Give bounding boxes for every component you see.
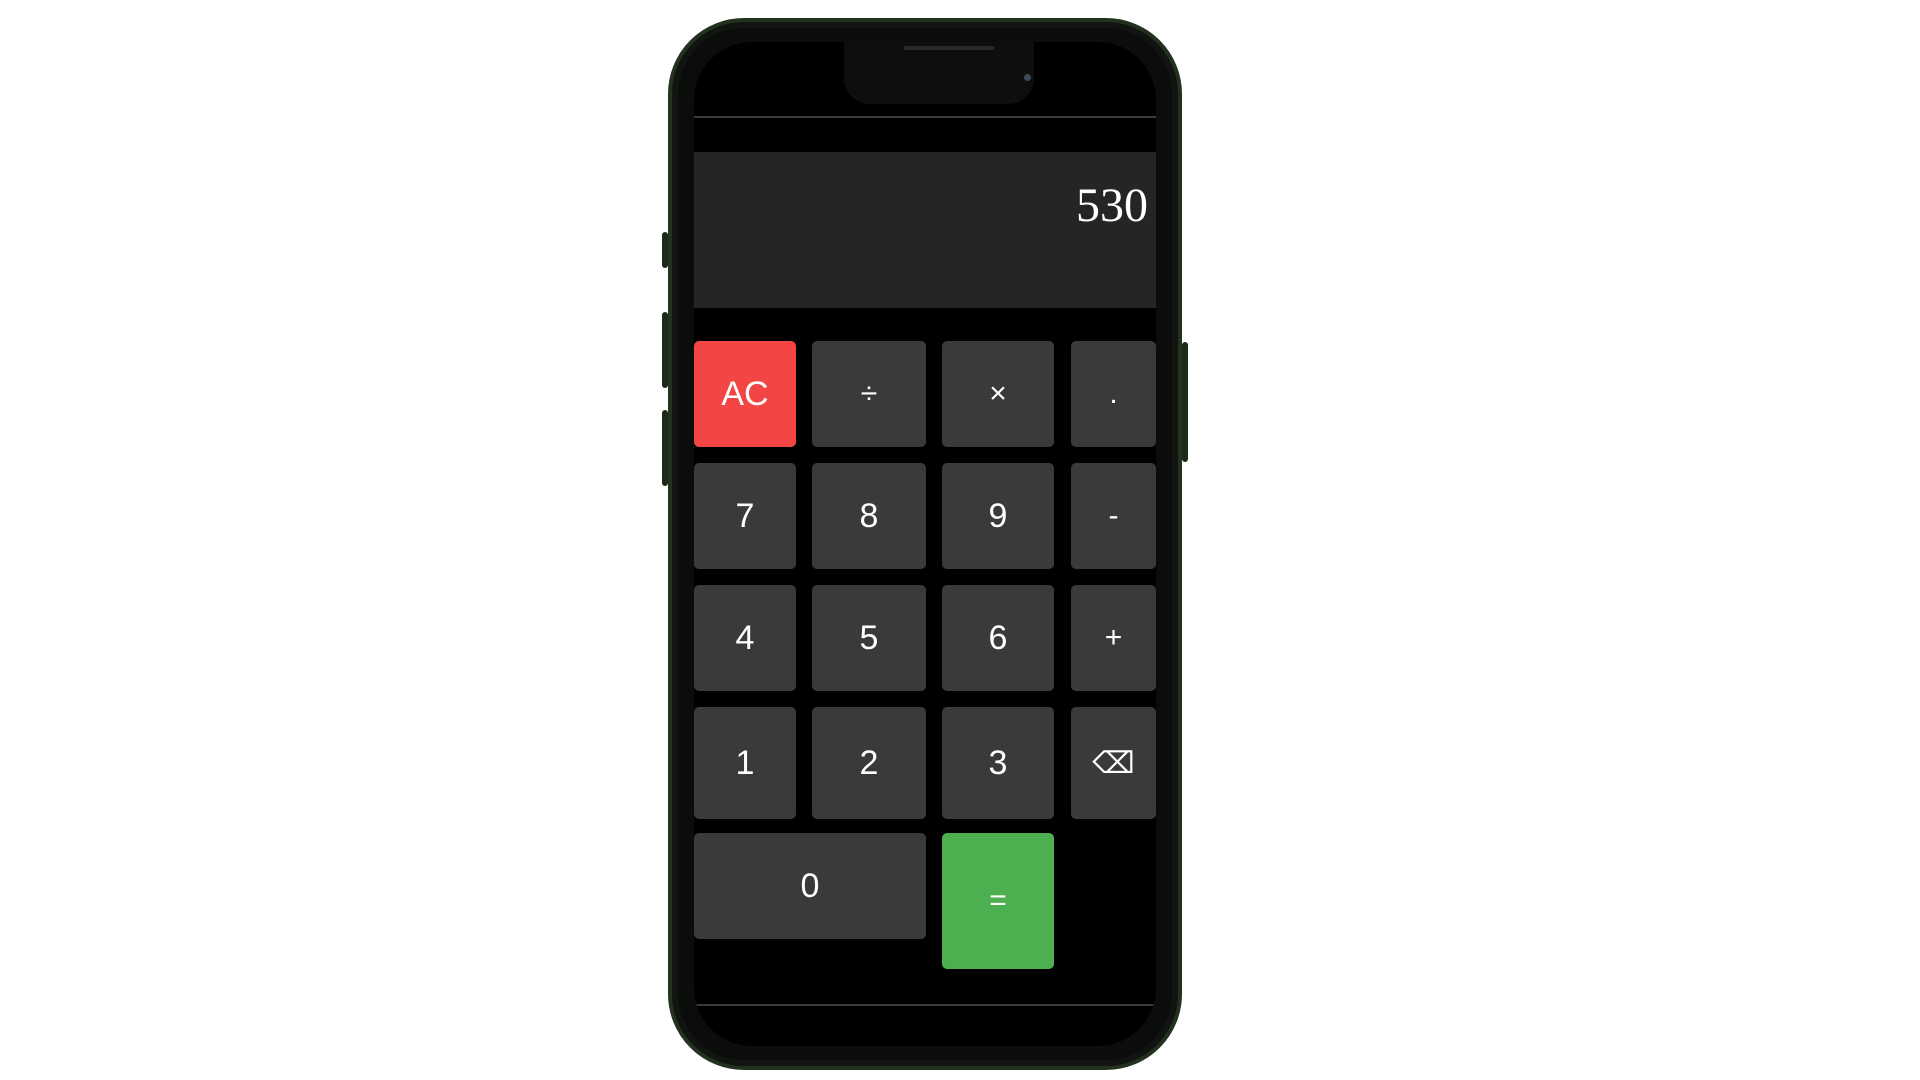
notch [844,42,1034,104]
stage: 530 AC ÷ × . 7 8 9 - 4 5 6 + 1 2 3 ⌫ 0 = [0,0,1920,1080]
digit-8-button[interactable]: 8 [812,463,926,569]
equals-button[interactable]: = [942,833,1054,969]
phone-screen: 530 AC ÷ × . 7 8 9 - 4 5 6 + 1 2 3 ⌫ 0 = [694,42,1156,1046]
display-value: 530 [1076,179,1148,232]
calculator-display: 530 [694,152,1156,308]
minus-button[interactable]: - [1071,463,1156,569]
volume-up-button [662,312,668,388]
front-camera-icon [1024,74,1031,81]
digit-3-button[interactable]: 3 [942,707,1054,819]
digit-2-button[interactable]: 2 [812,707,926,819]
mute-switch [662,232,668,268]
multiply-button[interactable]: × [942,341,1054,447]
bottom-divider [694,1004,1156,1006]
power-button [1182,342,1188,462]
decimal-button[interactable]: . [1071,341,1156,447]
top-divider [694,116,1156,118]
clear-button[interactable]: AC [694,341,796,447]
digit-4-button[interactable]: 4 [694,585,796,691]
phone-frame: 530 AC ÷ × . 7 8 9 - 4 5 6 + 1 2 3 ⌫ 0 = [662,18,1188,1070]
plus-button[interactable]: + [1071,585,1156,691]
digit-9-button[interactable]: 9 [942,463,1054,569]
digit-6-button[interactable]: 6 [942,585,1054,691]
digit-1-button[interactable]: 1 [694,707,796,819]
speaker-grille [904,46,994,50]
digit-0-button[interactable]: 0 [694,833,926,939]
digit-7-button[interactable]: 7 [694,463,796,569]
backspace-button[interactable]: ⌫ [1071,707,1156,819]
divide-button[interactable]: ÷ [812,341,926,447]
digit-5-button[interactable]: 5 [812,585,926,691]
volume-down-button [662,410,668,486]
